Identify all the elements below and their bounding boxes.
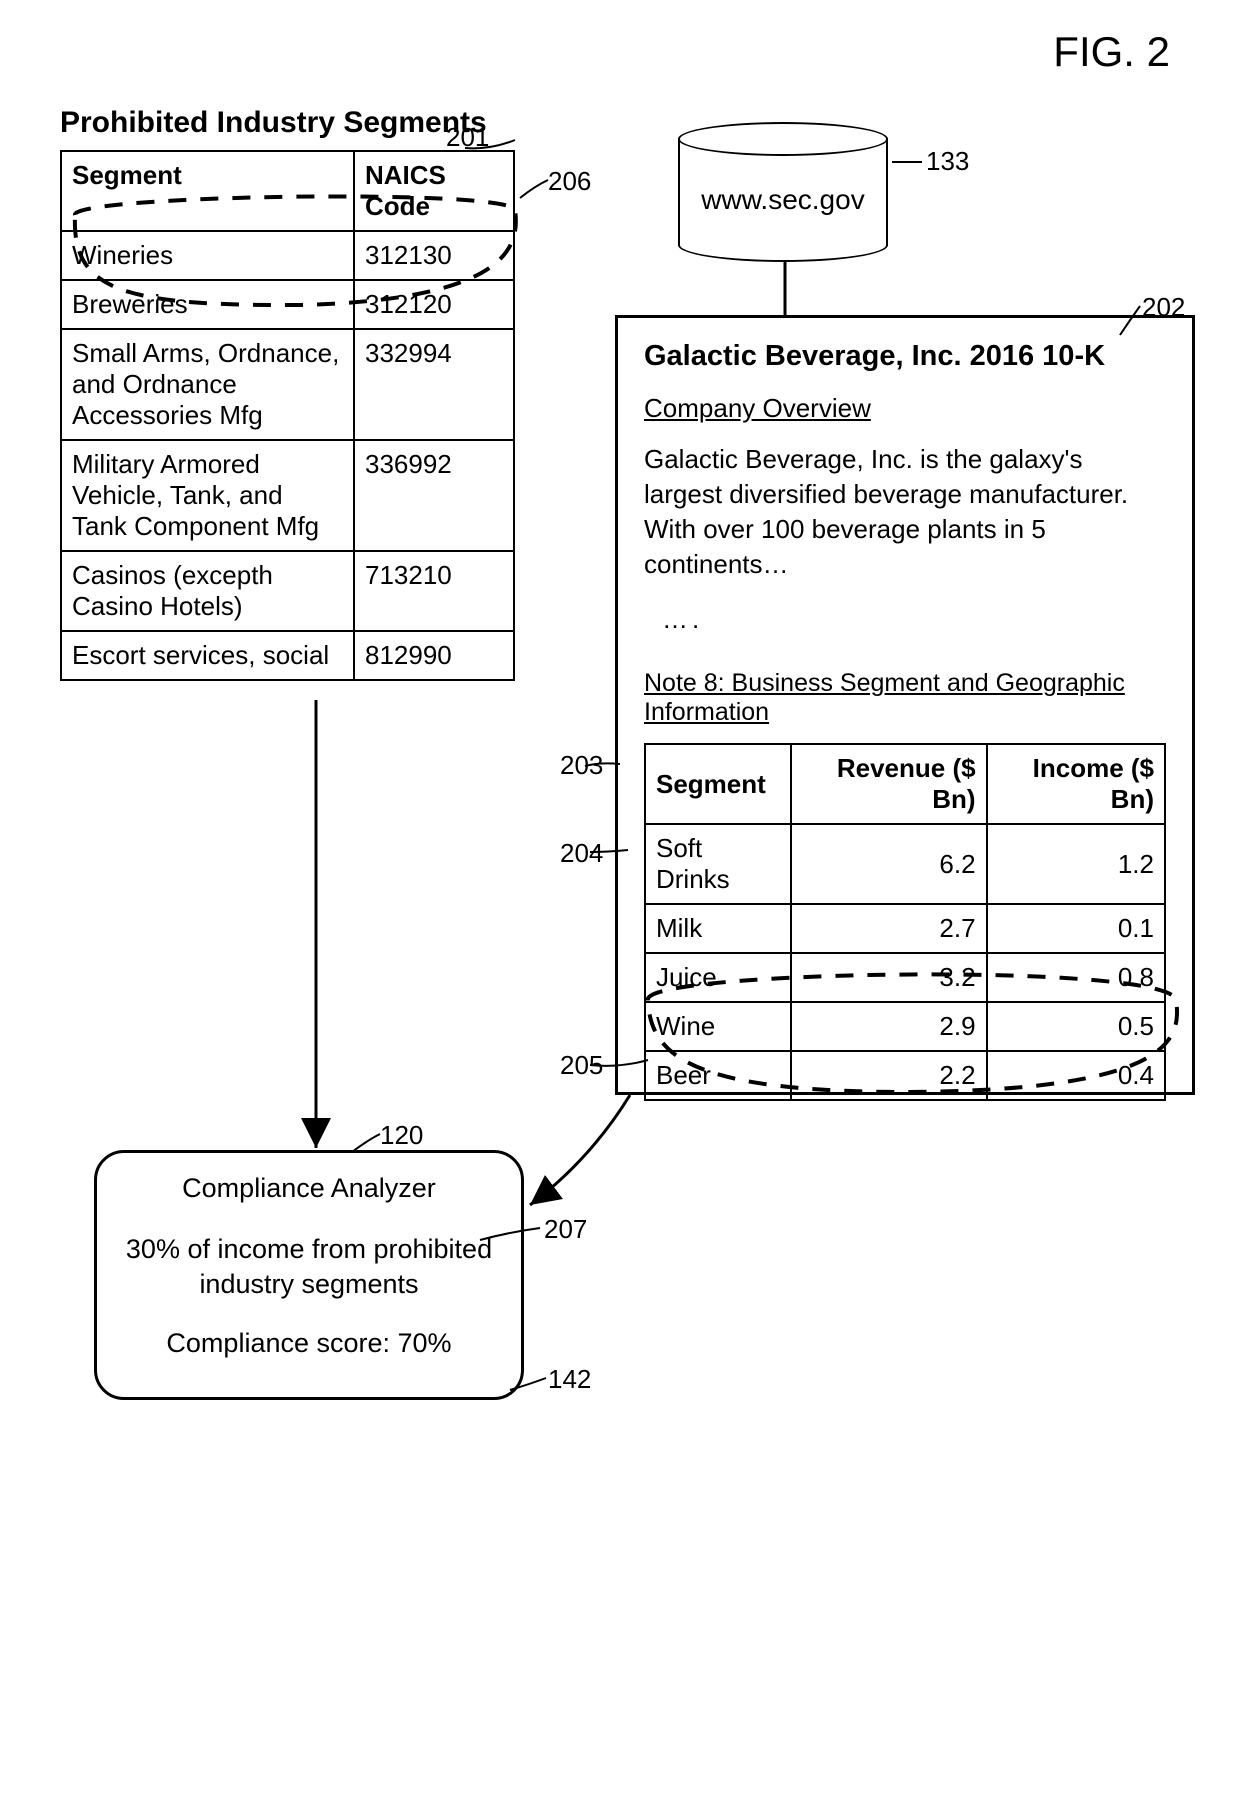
database-label: www.sec.gov	[678, 184, 888, 216]
prohibited-naics: 332994	[354, 329, 514, 440]
prohibited-segment: Small Arms, Ordnance, and Ordnance Acces…	[61, 329, 354, 440]
seg-revenue: 2.9	[791, 1002, 987, 1051]
ref-142: 142	[548, 1364, 591, 1395]
note8-label: Note 8: Business Segment and Geographic …	[644, 669, 1166, 727]
seg-income: 1.2	[987, 824, 1165, 904]
prohibited-table: Segment NAICS Code Wineries312130 Brewer…	[60, 150, 515, 681]
table-row: Beer2.20.4	[645, 1051, 1165, 1100]
prohibited-header-segment: Segment	[61, 151, 354, 231]
ref-133: 133	[926, 146, 969, 177]
segment-table: Segment Revenue ($ Bn) Income ($ Bn) Sof…	[644, 743, 1166, 1101]
prohibited-header-naics: NAICS Code	[354, 151, 514, 231]
ref-206: 206	[548, 166, 591, 197]
table-row: Casinos (excepth Casino Hotels)713210	[61, 551, 514, 631]
prohibited-segment: Wineries	[61, 231, 354, 280]
seg-header-income: Income ($ Bn)	[987, 744, 1165, 824]
ref-204: 204	[560, 838, 603, 869]
figure-label: FIG. 2	[1053, 28, 1170, 76]
seg-income: 0.8	[987, 953, 1165, 1002]
ref-201: 201	[446, 122, 489, 153]
table-row: Milk2.70.1	[645, 904, 1165, 953]
ref-207: 207	[544, 1214, 587, 1245]
prohibited-naics: 312120	[354, 280, 514, 329]
ellipsis: ….	[662, 604, 1166, 635]
seg-revenue: 3.2	[791, 953, 987, 1002]
ref-120: 120	[380, 1120, 423, 1151]
seg-name: Beer	[645, 1051, 791, 1100]
ref-203: 203	[560, 750, 603, 781]
seg-income: 0.1	[987, 904, 1165, 953]
table-row: Wineries312130	[61, 231, 514, 280]
overview-label: Company Overview	[644, 393, 1166, 424]
seg-header-segment: Segment	[645, 744, 791, 824]
seg-name: Wine	[645, 1002, 791, 1051]
seg-revenue: 2.2	[791, 1051, 987, 1100]
prohibited-segment: Casinos (excepth Casino Hotels)	[61, 551, 354, 631]
seg-name: Juice	[645, 953, 791, 1002]
table-row: Wine2.90.5	[645, 1002, 1165, 1051]
prohibited-naics: 812990	[354, 631, 514, 680]
seg-revenue: 6.2	[791, 824, 987, 904]
table-row: Soft Drinks6.21.2	[645, 824, 1165, 904]
seg-name: Milk	[645, 904, 791, 953]
table-row: Breweries312120	[61, 280, 514, 329]
analyzer-finding: 30% of income from prohibited industry s…	[97, 1232, 521, 1302]
prohibited-segment: Military Armored Vehicle, Tank, and Tank…	[61, 440, 354, 551]
prohibited-naics: 336992	[354, 440, 514, 551]
analyzer-title: Compliance Analyzer	[97, 1173, 521, 1204]
table-row: Escort services, social812990	[61, 631, 514, 680]
prohibited-segment: Escort services, social	[61, 631, 354, 680]
overview-text: Galactic Beverage, Inc. is the galaxy's …	[644, 442, 1166, 582]
prohibited-naics: 312130	[354, 231, 514, 280]
ref-202: 202	[1142, 292, 1185, 323]
table-row: Small Arms, Ordnance, and Ordnance Acces…	[61, 329, 514, 440]
table-row: Juice3.20.8	[645, 953, 1165, 1002]
document-title: Galactic Beverage, Inc. 2016 10-K	[644, 340, 1166, 373]
compliance-analyzer: Compliance Analyzer 30% of income from p…	[94, 1150, 524, 1400]
seg-revenue: 2.7	[791, 904, 987, 953]
ref-205: 205	[560, 1050, 603, 1081]
prohibited-naics: 713210	[354, 551, 514, 631]
document-panel: Galactic Beverage, Inc. 2016 10-K Compan…	[615, 315, 1195, 1095]
database-cylinder: www.sec.gov	[678, 122, 888, 262]
analyzer-score: Compliance score: 70%	[97, 1328, 521, 1359]
seg-name: Soft Drinks	[645, 824, 791, 904]
prohibited-title: Prohibited Industry Segments	[60, 106, 487, 140]
prohibited-segment: Breweries	[61, 280, 354, 329]
table-row: Military Armored Vehicle, Tank, and Tank…	[61, 440, 514, 551]
seg-header-revenue: Revenue ($ Bn)	[791, 744, 987, 824]
seg-income: 0.4	[987, 1051, 1165, 1100]
seg-income: 0.5	[987, 1002, 1165, 1051]
